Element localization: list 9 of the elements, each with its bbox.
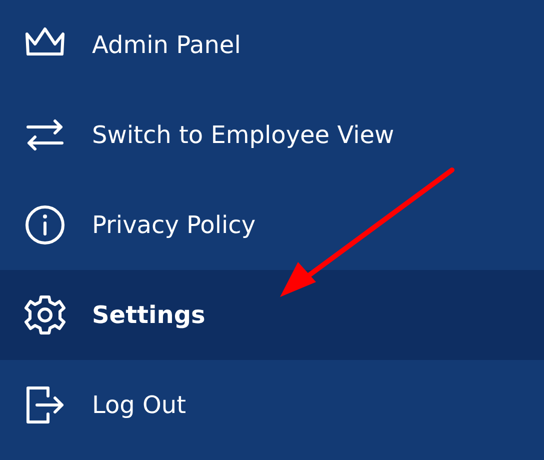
menu-item-label: Log Out [92,391,186,419]
menu-item-label: Switch to Employee View [92,121,394,149]
menu-item-label: Settings [92,301,206,329]
menu-item-label: Privacy Policy [92,211,256,239]
logout-icon [24,384,66,426]
info-icon [24,204,66,246]
menu-item-label: Admin Panel [92,31,241,59]
settings-icon [24,294,66,336]
menu-item[interactable]: Settings [0,270,544,360]
